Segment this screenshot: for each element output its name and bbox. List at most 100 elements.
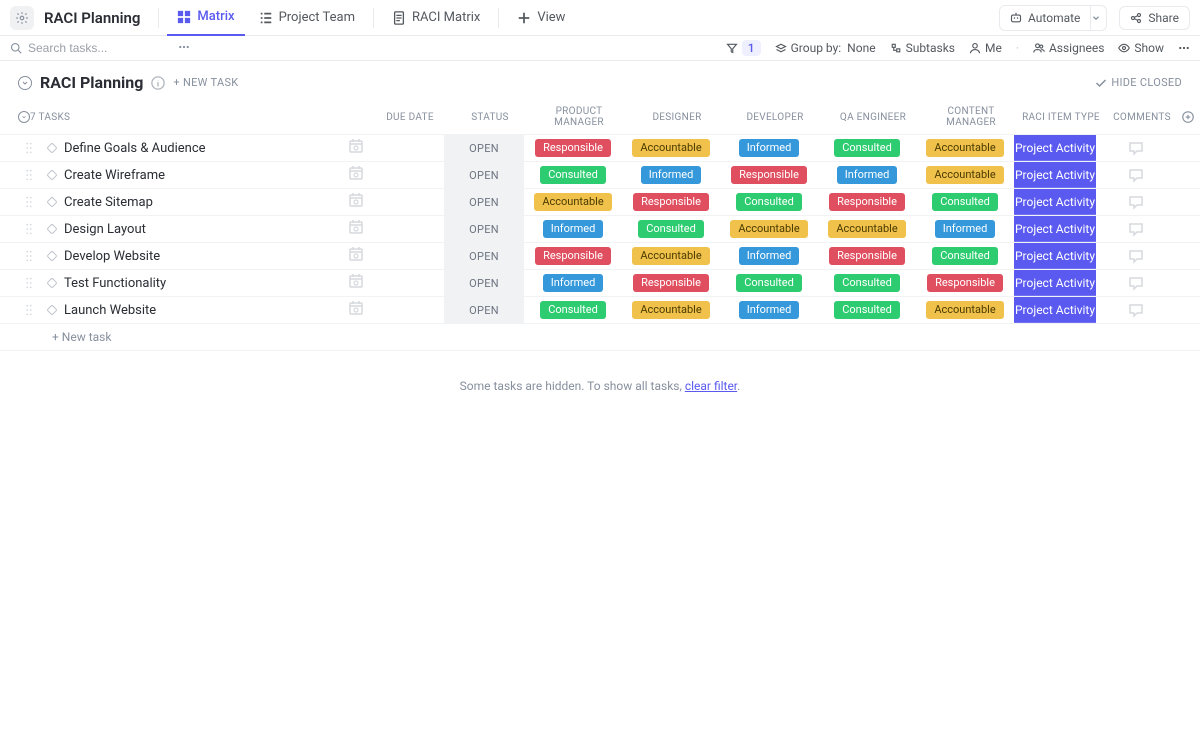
status-indicator[interactable] [46, 277, 57, 288]
type-cell[interactable]: Project Activity [1014, 297, 1096, 323]
new-task-row[interactable]: + New task [0, 324, 1200, 351]
status-cell[interactable]: OPEN [444, 135, 524, 161]
add-column-button[interactable] [1182, 111, 1194, 123]
task-name[interactable]: Design Layout [64, 222, 146, 237]
due-date-cell[interactable] [364, 270, 444, 296]
subtasks-button[interactable]: Subtasks [890, 41, 955, 55]
col-product-manager[interactable]: PRODUCT MANAGER [530, 106, 628, 128]
role-cell[interactable]: Consulted [916, 243, 1014, 269]
assignees-button[interactable]: Assignees [1033, 41, 1104, 55]
due-date-button[interactable] [348, 138, 364, 158]
role-cell[interactable]: Informed [720, 297, 818, 323]
hide-closed-button[interactable]: HIDE CLOSED [1095, 76, 1182, 89]
role-cell[interactable]: Responsible [720, 162, 818, 188]
task-row[interactable]: Develop Website OPEN ResponsibleAccounta… [0, 243, 1200, 270]
role-cell[interactable]: Accountable [916, 297, 1014, 323]
status-indicator[interactable] [46, 142, 57, 153]
due-date-button[interactable] [348, 273, 364, 293]
group-by-button[interactable]: Group by: None [775, 41, 876, 55]
role-cell[interactable]: Consulted [818, 270, 916, 296]
comments-cell[interactable] [1096, 135, 1176, 161]
role-cell[interactable]: Informed [720, 243, 818, 269]
comments-cell[interactable] [1096, 297, 1176, 323]
due-date-cell[interactable] [364, 216, 444, 242]
status-cell[interactable]: OPEN [444, 270, 524, 296]
more-options[interactable] [1178, 42, 1190, 54]
task-row[interactable]: Launch Website OPEN ConsultedAccountable… [0, 297, 1200, 324]
due-date-cell[interactable] [364, 135, 444, 161]
role-cell[interactable]: Consulted [916, 189, 1014, 215]
drag-handle[interactable] [24, 195, 34, 209]
role-cell[interactable]: Responsible [818, 243, 916, 269]
due-date-button[interactable] [348, 246, 364, 266]
role-cell[interactable]: Accountable [916, 135, 1014, 161]
collapse-all-toggle[interactable] [18, 111, 30, 123]
add-view-button[interactable]: View [507, 0, 575, 36]
status-indicator[interactable] [46, 169, 57, 180]
drag-handle[interactable] [24, 303, 34, 317]
drag-handle[interactable] [24, 222, 34, 236]
col-due-date[interactable]: DUE DATE [370, 112, 450, 123]
comments-cell[interactable] [1096, 270, 1176, 296]
status-cell[interactable]: OPEN [444, 189, 524, 215]
role-cell[interactable]: Accountable [524, 189, 622, 215]
task-name[interactable]: Define Goals & Audience [64, 141, 206, 156]
type-cell[interactable]: Project Activity [1014, 189, 1096, 215]
me-button[interactable]: Me [969, 41, 1002, 55]
role-cell[interactable]: Informed [524, 216, 622, 242]
due-date-cell[interactable] [364, 297, 444, 323]
comments-cell[interactable] [1096, 162, 1176, 188]
due-date-button[interactable] [348, 300, 364, 320]
col-content-manager[interactable]: CONTENT MANAGER [922, 106, 1020, 128]
type-cell[interactable]: Project Activity [1014, 162, 1096, 188]
task-row[interactable]: Test Functionality OPEN InformedResponsi… [0, 270, 1200, 297]
type-cell[interactable]: Project Activity [1014, 270, 1096, 296]
col-status[interactable]: STATUS [450, 112, 530, 123]
role-cell[interactable]: Accountable [622, 297, 720, 323]
role-cell[interactable]: Responsible [622, 189, 720, 215]
task-name[interactable]: Create Wireframe [64, 168, 165, 183]
comments-cell[interactable] [1096, 243, 1176, 269]
role-cell[interactable]: Informed [622, 162, 720, 188]
status-indicator[interactable] [46, 196, 57, 207]
show-button[interactable]: Show [1118, 41, 1164, 55]
role-cell[interactable]: Informed [818, 162, 916, 188]
new-task-button[interactable]: + NEW TASK [173, 76, 238, 89]
clear-filter-link[interactable]: clear filter [685, 379, 737, 393]
automate-dropdown[interactable] [1085, 5, 1107, 31]
status-cell[interactable]: OPEN [444, 162, 524, 188]
col-qa-engineer[interactable]: QA ENGINEER [824, 112, 922, 123]
role-cell[interactable]: Responsible [524, 243, 622, 269]
role-cell[interactable]: Responsible [622, 270, 720, 296]
role-cell[interactable]: Informed [916, 216, 1014, 242]
role-cell[interactable]: Consulted [818, 297, 916, 323]
col-designer[interactable]: DESIGNER [628, 112, 726, 123]
status-cell[interactable]: OPEN [444, 243, 524, 269]
drag-handle[interactable] [24, 168, 34, 182]
role-cell[interactable]: Responsible [916, 270, 1014, 296]
status-cell[interactable]: OPEN [444, 216, 524, 242]
drag-handle[interactable] [24, 249, 34, 263]
role-cell[interactable]: Consulted [524, 162, 622, 188]
type-cell[interactable]: Project Activity [1014, 135, 1096, 161]
task-row[interactable]: Create Wireframe OPEN ConsultedInformedR… [0, 162, 1200, 189]
task-row[interactable]: Define Goals & Audience OPEN Responsible… [0, 135, 1200, 162]
status-indicator[interactable] [46, 223, 57, 234]
tab-raci-matrix[interactable]: RACI Matrix [382, 0, 490, 36]
col-developer[interactable]: DEVELOPER [726, 112, 824, 123]
status-indicator[interactable] [46, 250, 57, 261]
automate-button[interactable]: Automate [999, 5, 1091, 31]
col-comments[interactable]: COMMENTS [1102, 112, 1182, 123]
section-collapse-toggle[interactable] [18, 76, 32, 90]
task-row[interactable]: Design Layout OPEN InformedConsultedAcco… [0, 216, 1200, 243]
task-name[interactable]: Develop Website [64, 249, 160, 264]
due-date-button[interactable] [348, 192, 364, 212]
due-date-cell[interactable] [364, 243, 444, 269]
board-icon[interactable] [10, 6, 34, 30]
task-name[interactable]: Launch Website [64, 303, 156, 318]
tab-project-team[interactable]: Project Team [249, 0, 365, 36]
role-cell[interactable]: Accountable [622, 243, 720, 269]
role-cell[interactable]: Informed [720, 135, 818, 161]
role-cell[interactable]: Consulted [818, 135, 916, 161]
drag-handle[interactable] [24, 276, 34, 290]
